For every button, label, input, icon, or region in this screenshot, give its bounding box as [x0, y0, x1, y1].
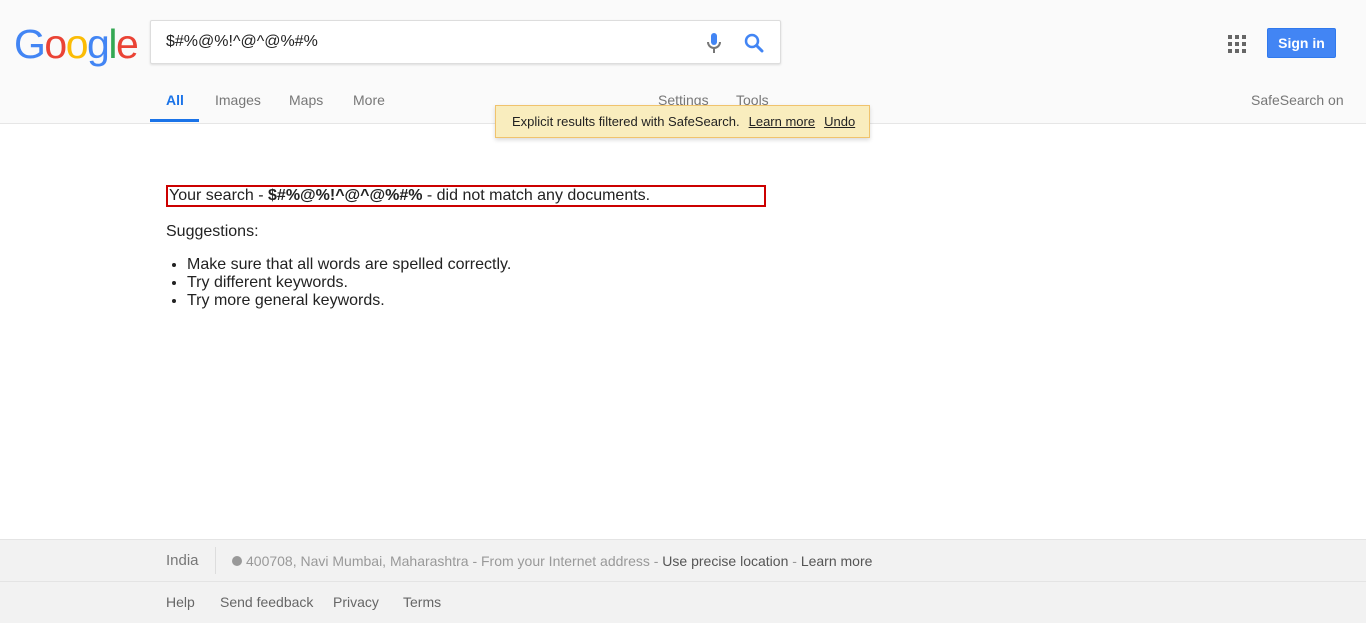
no-match-prefix: Your search - [169, 187, 269, 204]
google-logo[interactable]: Google [14, 19, 139, 69]
tab-more[interactable]: More [353, 92, 385, 108]
microphone-icon[interactable] [702, 31, 726, 55]
suggestion-item: Try more general keywords. [187, 292, 511, 310]
use-precise-location-link[interactable]: Use precise location [662, 553, 788, 569]
footer-location-bar: India 400708, Navi Mumbai, Maharashtra -… [0, 539, 1366, 582]
tab-images[interactable]: Images [215, 92, 261, 108]
footer-location-text: 400708, Navi Mumbai, Maharashtra [246, 553, 469, 569]
footer-divider [215, 547, 216, 574]
search-input[interactable] [166, 31, 686, 53]
sign-in-button[interactable]: Sign in [1267, 28, 1336, 58]
tab-maps[interactable]: Maps [289, 92, 323, 108]
footer-location: 400708, Navi Mumbai, Maharashtra - From … [232, 553, 872, 569]
logo-letter: G [14, 21, 46, 67]
footer-help-link[interactable]: Help [166, 594, 195, 610]
suggestion-item: Try different keywords. [187, 274, 511, 292]
footer-separator: - [788, 553, 801, 569]
no-match-query: $#%@%!^@^@%#% [268, 187, 423, 204]
safesearch-learn-more-link[interactable]: Learn more [749, 114, 815, 129]
suggestions-title: Suggestions: [166, 223, 259, 240]
no-match-suffix: - did not match any documents. [422, 187, 651, 204]
footer-from-text: - From your Internet address - [468, 553, 663, 569]
footer-privacy-link[interactable]: Privacy [333, 594, 379, 610]
footer-terms-link[interactable]: Terms [403, 594, 441, 610]
safesearch-undo-link[interactable]: Undo [824, 114, 855, 129]
logo-letter: o [44, 21, 67, 67]
suggestion-item: Make sure that all words are spelled cor… [187, 256, 511, 274]
footer-country: India [166, 552, 199, 569]
safesearch-notice-text: Explicit results filtered with SafeSearc… [512, 114, 740, 129]
logo-letter: e [115, 21, 139, 67]
logo-letter: l [108, 21, 117, 67]
tab-all[interactable]: All [166, 92, 184, 108]
suggestions-list: Make sure that all words are spelled cor… [166, 256, 511, 310]
search-icon[interactable] [742, 31, 766, 55]
search-box [150, 20, 781, 64]
logo-letter: o [65, 21, 89, 67]
safesearch-status[interactable]: SafeSearch on [1251, 92, 1344, 108]
footer-learn-more-link[interactable]: Learn more [801, 553, 873, 569]
logo-letter: g [87, 21, 110, 67]
apps-grid-icon[interactable] [1228, 35, 1246, 53]
location-dot-icon [232, 556, 242, 566]
no-match-message: Your search - $#%@%!^@^@%#% - did not ma… [166, 185, 766, 207]
safesearch-notice: Explicit results filtered with SafeSearc… [495, 105, 870, 138]
footer-feedback-link[interactable]: Send feedback [220, 594, 313, 610]
active-tab-indicator [150, 119, 199, 122]
footer-links-bar: Help Send feedback Privacy Terms [0, 582, 1366, 623]
